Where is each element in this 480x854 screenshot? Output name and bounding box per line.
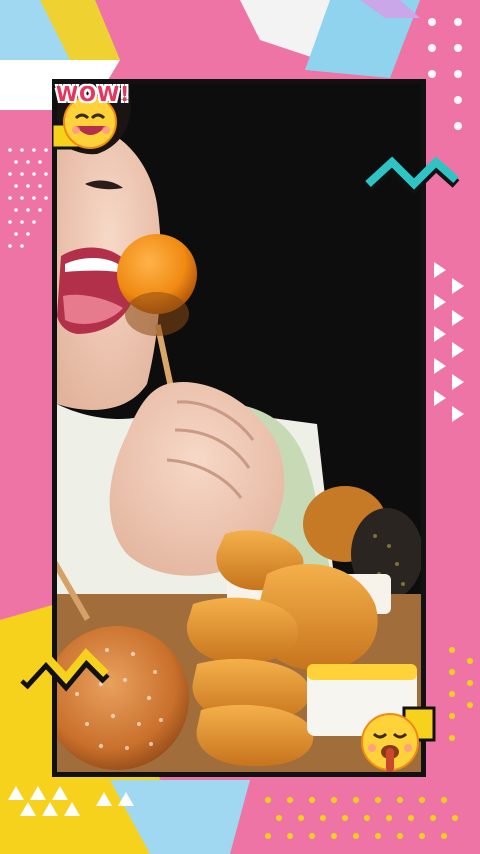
yummy-emoji-icon (361, 706, 436, 772)
zigzag-icon (20, 648, 110, 692)
wow-sticker: WOW! (50, 80, 131, 152)
zigzag-icon (364, 156, 460, 196)
wow-text: WOW! (56, 82, 131, 106)
